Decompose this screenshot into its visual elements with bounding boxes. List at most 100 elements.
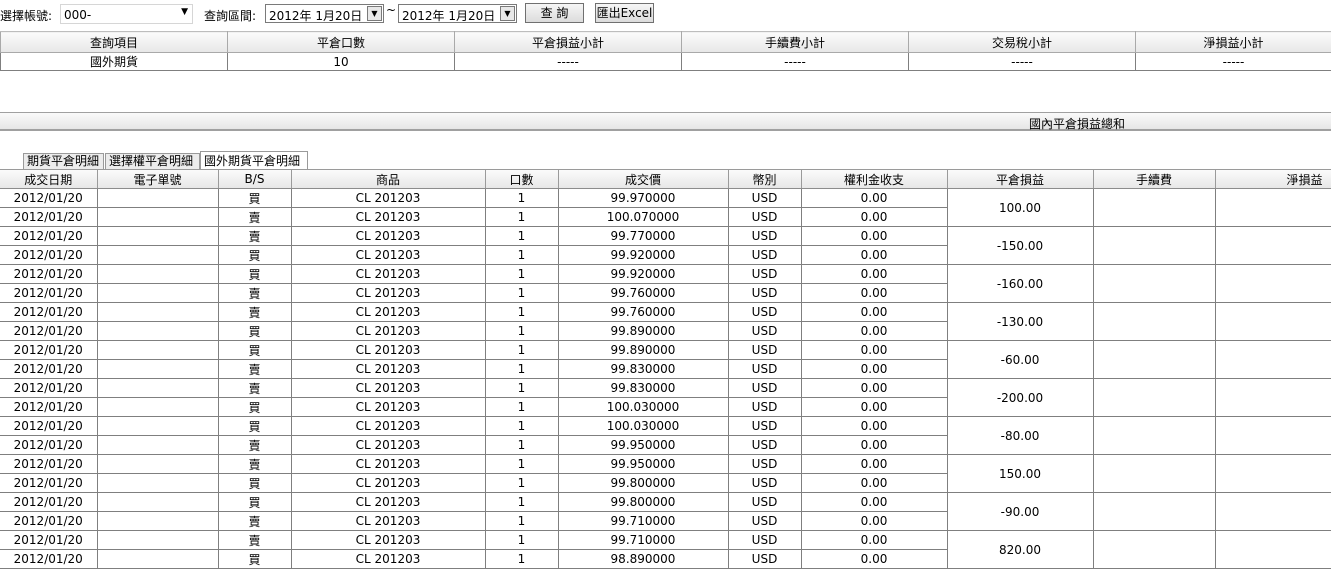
- cell-qty: 1: [485, 226, 559, 246]
- cell-order-no: [97, 473, 219, 493]
- tab-foreign-futures-close[interactable]: 國外期貨平倉明細: [200, 151, 308, 170]
- cell-qty: 1: [485, 454, 559, 474]
- col-header-product[interactable]: 商品: [291, 170, 486, 189]
- cell-currency: USD: [728, 492, 802, 512]
- summary-cell: -----: [1135, 52, 1331, 71]
- tab-options-close[interactable]: 選擇權平倉明細: [105, 153, 200, 170]
- cell-bs: 買: [218, 321, 292, 341]
- summary-header-cell[interactable]: 平倉口數: [227, 31, 455, 53]
- summary-header-cell[interactable]: 淨損益小計: [1135, 31, 1331, 53]
- cell-price: 99.830000: [558, 359, 729, 379]
- cell-product: CL 201203: [291, 245, 486, 265]
- account-select[interactable]: 000- ▼: [60, 4, 193, 24]
- cell-price: 99.710000: [558, 511, 729, 531]
- cell-price: 99.970000: [558, 188, 729, 208]
- dropdown-arrow-icon[interactable]: ▼: [500, 6, 515, 21]
- cell-product: CL 201203: [291, 283, 486, 303]
- cell-price: 99.770000: [558, 226, 729, 246]
- summary-header-cell[interactable]: 平倉損益小計: [454, 31, 682, 53]
- table-row[interactable]: 2012/01/20 買 CL 201203 1 99.970000 USD 0.00 100…: [0, 188, 1331, 227]
- table-row[interactable]: 2012/01/20 賣 CL 201203 1 99.770000 USD 0.00 -15…: [0, 226, 1331, 265]
- export-excel-button[interactable]: 匯出Excel: [595, 3, 654, 23]
- cell-bs: 買: [218, 549, 292, 569]
- cell-close-pnl: 150.00: [947, 454, 1094, 493]
- cell-premium: 0.00: [801, 416, 948, 436]
- cell-qty: 1: [485, 530, 559, 550]
- domestic-total-bar: 國內平倉損益總和: [0, 112, 1331, 131]
- summary-row[interactable]: 國外期貨 10 ----- ----- ----- -----: [0, 52, 1331, 71]
- cell-date: 2012/01/20: [0, 188, 98, 208]
- cell-product: CL 201203: [291, 454, 486, 474]
- cell-order-no: [97, 207, 219, 227]
- table-row[interactable]: 2012/01/20 賣 CL 201203 1 99.710000 USD 0.00 820…: [0, 530, 1331, 569]
- cell-order-no: [97, 378, 219, 398]
- cell-product: CL 201203: [291, 207, 486, 227]
- cell-product: CL 201203: [291, 226, 486, 246]
- cell-qty: 1: [485, 264, 559, 284]
- chevron-down-icon[interactable]: ▼: [181, 7, 188, 17]
- cell-currency: USD: [728, 188, 802, 208]
- summary-cell: 國外期貨: [0, 52, 228, 71]
- col-header-price[interactable]: 成交價: [558, 170, 729, 189]
- date-to-picker[interactable]: 2012年 1月20日 ▼: [398, 4, 517, 23]
- cell-bs: 賣: [218, 226, 292, 246]
- table-row[interactable]: 2012/01/20 買 CL 201203 1 99.890000 USD 0.00 -60…: [0, 340, 1331, 379]
- dropdown-arrow-icon[interactable]: ▼: [367, 6, 382, 21]
- query-toolbar: 選擇帳號: 000- ▼ 查詢區間: 2012年 1月20日 ▼ ~ 2012年…: [0, 0, 1331, 30]
- date-from-picker[interactable]: 2012年 1月20日 ▼: [265, 4, 384, 23]
- cell-premium: 0.00: [801, 378, 948, 398]
- table-row[interactable]: 2012/01/20 買 CL 201203 1 99.920000 USD 0.00 -16…: [0, 264, 1331, 303]
- cell-price: 99.890000: [558, 340, 729, 360]
- table-row[interactable]: 2012/01/20 賣 CL 201203 1 99.830000 USD 0.00 -20…: [0, 378, 1331, 417]
- cell-currency: USD: [728, 549, 802, 569]
- cell-premium: 0.00: [801, 302, 948, 322]
- cell-net-pnl: [1215, 302, 1331, 341]
- query-button[interactable]: 查 詢: [525, 3, 584, 23]
- col-header-fee[interactable]: 手續費: [1093, 170, 1216, 189]
- range-tilde: ~: [386, 3, 397, 17]
- cell-currency: USD: [728, 245, 802, 265]
- account-label: 選擇帳號:: [0, 9, 53, 23]
- cell-bs: 買: [218, 473, 292, 493]
- cell-product: CL 201203: [291, 473, 486, 493]
- cell-date: 2012/01/20: [0, 264, 98, 284]
- summary-header-cell[interactable]: 交易稅小計: [908, 31, 1136, 53]
- col-header-close-pnl[interactable]: 平倉損益: [947, 170, 1094, 189]
- cell-date: 2012/01/20: [0, 321, 98, 341]
- col-header-order-no[interactable]: 電子單號: [97, 170, 219, 189]
- table-row[interactable]: 2012/01/20 賣 CL 201203 1 99.760000 USD 0.00 -13…: [0, 302, 1331, 341]
- cell-product: CL 201203: [291, 416, 486, 436]
- col-header-currency[interactable]: 幣別: [728, 170, 802, 189]
- table-row[interactable]: 2012/01/20 賣 CL 201203 1 99.950000 USD 0.00 150…: [0, 454, 1331, 493]
- date-from-value: 2012年 1月20日: [269, 9, 363, 23]
- cell-order-no: [97, 340, 219, 360]
- cell-currency: USD: [728, 416, 802, 436]
- summary-header-cell[interactable]: 查詢項目: [0, 31, 228, 53]
- col-header-premium[interactable]: 權利金收支: [801, 170, 948, 189]
- cell-bs: 賣: [218, 302, 292, 322]
- col-header-date[interactable]: 成交日期: [0, 170, 98, 189]
- cell-bs: 賣: [218, 283, 292, 303]
- col-header-qty[interactable]: 口數: [485, 170, 559, 189]
- summary-table: 查詢項目 平倉口數 平倉損益小計 手續費小計 交易稅小計 淨損益小計 國外期貨 …: [0, 31, 1331, 71]
- cell-fee: [1093, 454, 1216, 493]
- cell-fee: [1093, 378, 1216, 417]
- cell-price: 99.760000: [558, 283, 729, 303]
- cell-date: 2012/01/20: [0, 416, 98, 436]
- tab-futures-close[interactable]: 期貨平倉明細: [23, 153, 104, 170]
- table-row[interactable]: 2012/01/20 買 CL 201203 1 100.030000 USD 0.00 -8…: [0, 416, 1331, 455]
- cell-currency: USD: [728, 226, 802, 246]
- col-header-bs[interactable]: B/S: [218, 170, 292, 189]
- cell-bs: 賣: [218, 207, 292, 227]
- cell-date: 2012/01/20: [0, 549, 98, 569]
- cell-currency: USD: [728, 454, 802, 474]
- summary-header-cell[interactable]: 手續費小計: [681, 31, 909, 53]
- cell-bs: 買: [218, 188, 292, 208]
- cell-premium: 0.00: [801, 530, 948, 550]
- cell-bs: 買: [218, 245, 292, 265]
- cell-net-pnl: [1215, 340, 1331, 379]
- cell-premium: 0.00: [801, 207, 948, 227]
- cell-price: 99.800000: [558, 473, 729, 493]
- table-row[interactable]: 2012/01/20 買 CL 201203 1 99.800000 USD 0.00 -90…: [0, 492, 1331, 531]
- col-header-net-pnl[interactable]: 淨損益: [1215, 170, 1331, 189]
